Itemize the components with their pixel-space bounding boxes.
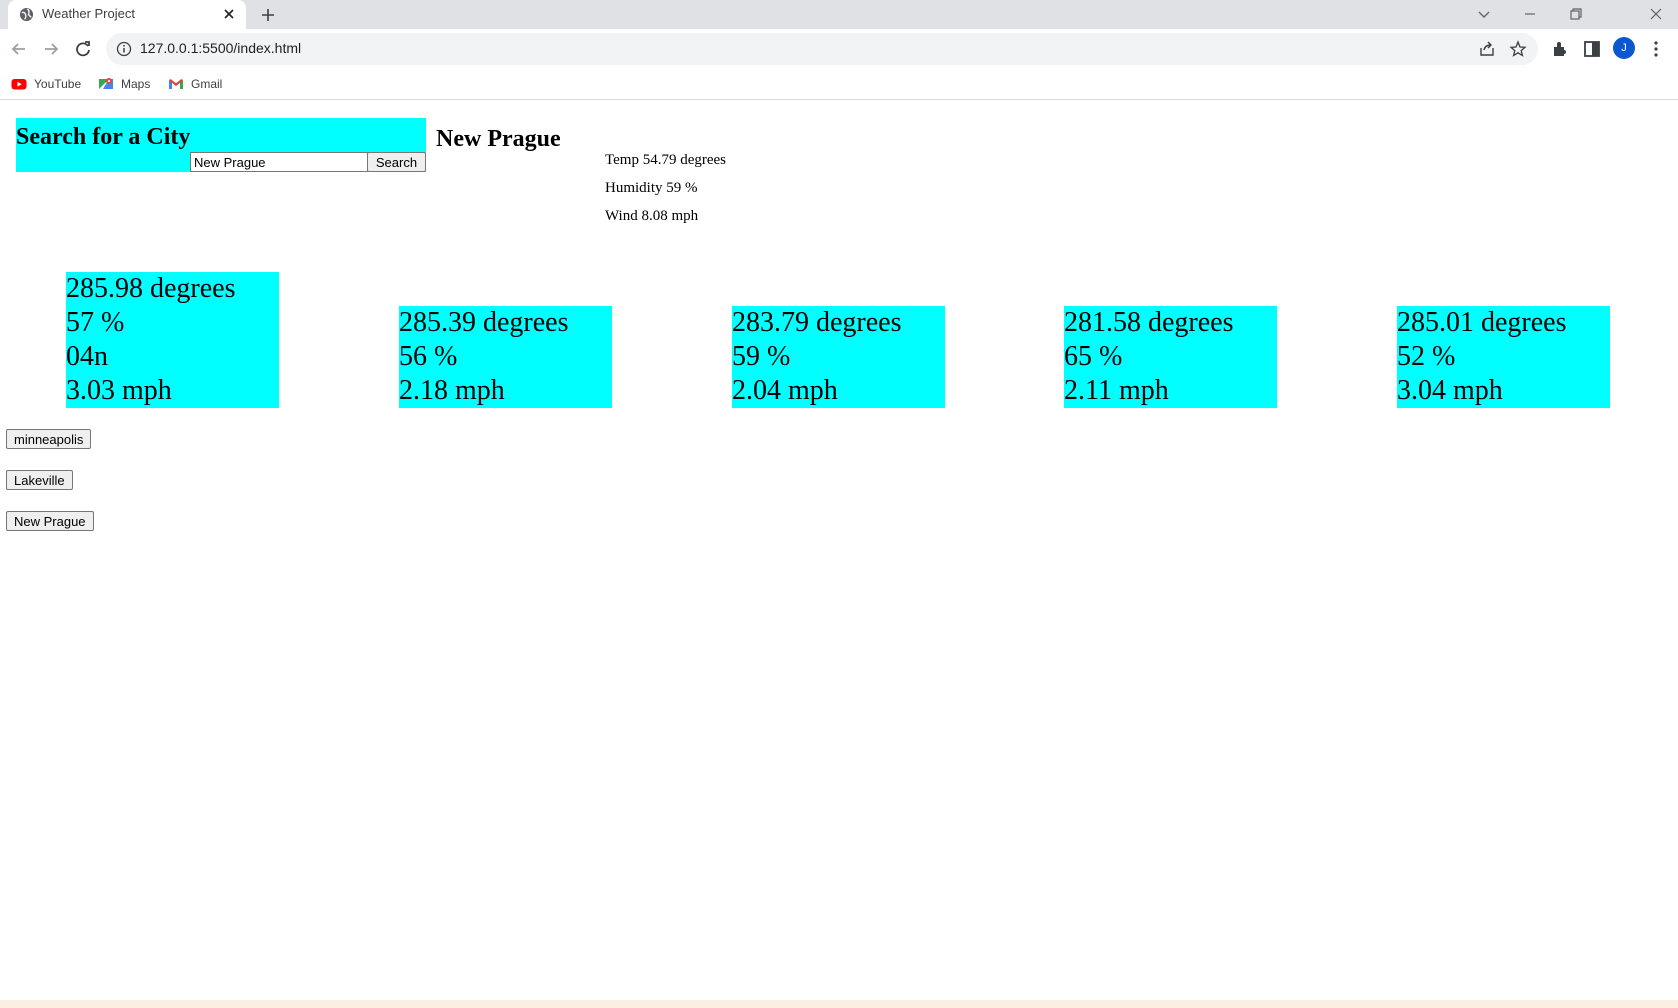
bookmark-label: YouTube	[34, 77, 82, 91]
search-button[interactable]: Search	[367, 152, 426, 172]
browser-tab[interactable]: Weather Project	[8, 0, 246, 29]
bookmark-youtube[interactable]: YouTube	[11, 75, 81, 93]
forecast-humidity: 56 %	[399, 341, 458, 372]
current-humidity: Humidity 59 %	[605, 180, 698, 196]
tab-title: Weather Project	[42, 6, 135, 21]
tab-strip: Weather Project	[0, 0, 1678, 29]
city-name: New Prague	[436, 126, 561, 152]
close-window-icon[interactable]	[1646, 4, 1666, 24]
close-tab-icon[interactable]	[220, 5, 238, 23]
forecast-wind: 3.04 mph	[1397, 375, 1503, 406]
forecast-humidity: 57 %	[66, 307, 125, 338]
current-temp: Temp 54.79 degrees	[605, 152, 726, 168]
forecast-wind: 2.11 mph	[1064, 375, 1169, 406]
address-bar[interactable]: 127.0.0.1:5500/index.html	[106, 33, 1538, 65]
bookmark-star-icon[interactable]	[1509, 40, 1527, 58]
forecast-card: 285.39 degrees 56 % 2.18 mph	[399, 306, 612, 408]
forecast-card: 285.01 degrees 52 % 3.04 mph	[1397, 306, 1610, 408]
forecast-temp: 285.01 degrees	[1397, 307, 1567, 338]
forecast-card: 285.98 degrees 57 % 04n 3.03 mph	[66, 272, 279, 408]
history-button-new-prague[interactable]: New Prague	[6, 511, 94, 531]
back-icon[interactable]	[8, 38, 30, 60]
search-heading: Search for a City	[16, 124, 191, 150]
bookmark-label: Maps	[121, 77, 151, 91]
side-panel-icon[interactable]	[1582, 39, 1602, 59]
forecast-wind: 2.18 mph	[399, 375, 505, 406]
forecast-temp: 285.39 degrees	[399, 307, 569, 338]
forecast-humidity: 59 %	[732, 341, 791, 372]
youtube-icon	[11, 79, 27, 90]
restore-icon[interactable]	[1566, 4, 1586, 24]
forecast-card: 281.58 degrees 65 % 2.11 mph	[1064, 306, 1277, 408]
history-button-lakeville[interactable]: Lakeville	[6, 470, 73, 490]
taskbar-edge	[0, 1000, 1678, 1008]
info-icon[interactable]	[116, 41, 132, 57]
browser-toolbar: 127.0.0.1:5500/index.html J	[0, 29, 1678, 68]
bookmark-label: Gmail	[191, 77, 223, 91]
forecast-humidity: 65 %	[1064, 341, 1123, 372]
search-panel: Search for a City Search	[16, 118, 426, 172]
forecast-temp: 283.79 degrees	[732, 307, 902, 338]
history-button-minneapolis[interactable]: minneapolis	[6, 429, 92, 449]
extensions-icon[interactable]	[1550, 39, 1570, 59]
forecast-wind: 3.03 mph	[66, 375, 172, 406]
share-icon[interactable]	[1478, 40, 1496, 58]
tab-search-icon[interactable]	[1474, 4, 1494, 24]
bookmark-gmail[interactable]: Gmail	[168, 75, 222, 93]
forward-icon[interactable]	[40, 38, 62, 60]
bookmarks-bar: YouTube Maps Gmail	[0, 68, 1678, 100]
maps-icon	[99, 78, 113, 89]
globe-icon	[19, 7, 34, 22]
profile-avatar[interactable]: J	[1613, 37, 1635, 59]
reload-icon[interactable]	[72, 38, 94, 60]
new-tab-icon[interactable]	[258, 5, 278, 25]
current-weather: Temp 54.79 degrees Humidity 59 % Wind 8.…	[605, 152, 726, 236]
current-wind: Wind 8.08 mph	[605, 208, 699, 224]
bookmark-maps[interactable]: Maps	[98, 75, 150, 93]
gmail-icon	[169, 79, 183, 89]
menu-dots-icon[interactable]	[1646, 39, 1666, 59]
forecast-temp: 281.58 degrees	[1064, 307, 1234, 338]
forecast-humidity: 52 %	[1397, 341, 1456, 372]
url-text[interactable]: 127.0.0.1:5500/index.html	[140, 40, 301, 56]
forecast-card: 283.79 degrees 59 % 2.04 mph	[732, 306, 945, 408]
forecast-wind: 2.04 mph	[732, 375, 838, 406]
forecast-icon-code: 04n	[66, 341, 108, 372]
forecast-temp: 285.98 degrees	[66, 273, 236, 304]
minimize-icon[interactable]	[1520, 4, 1540, 24]
city-search-input[interactable]	[190, 152, 368, 172]
